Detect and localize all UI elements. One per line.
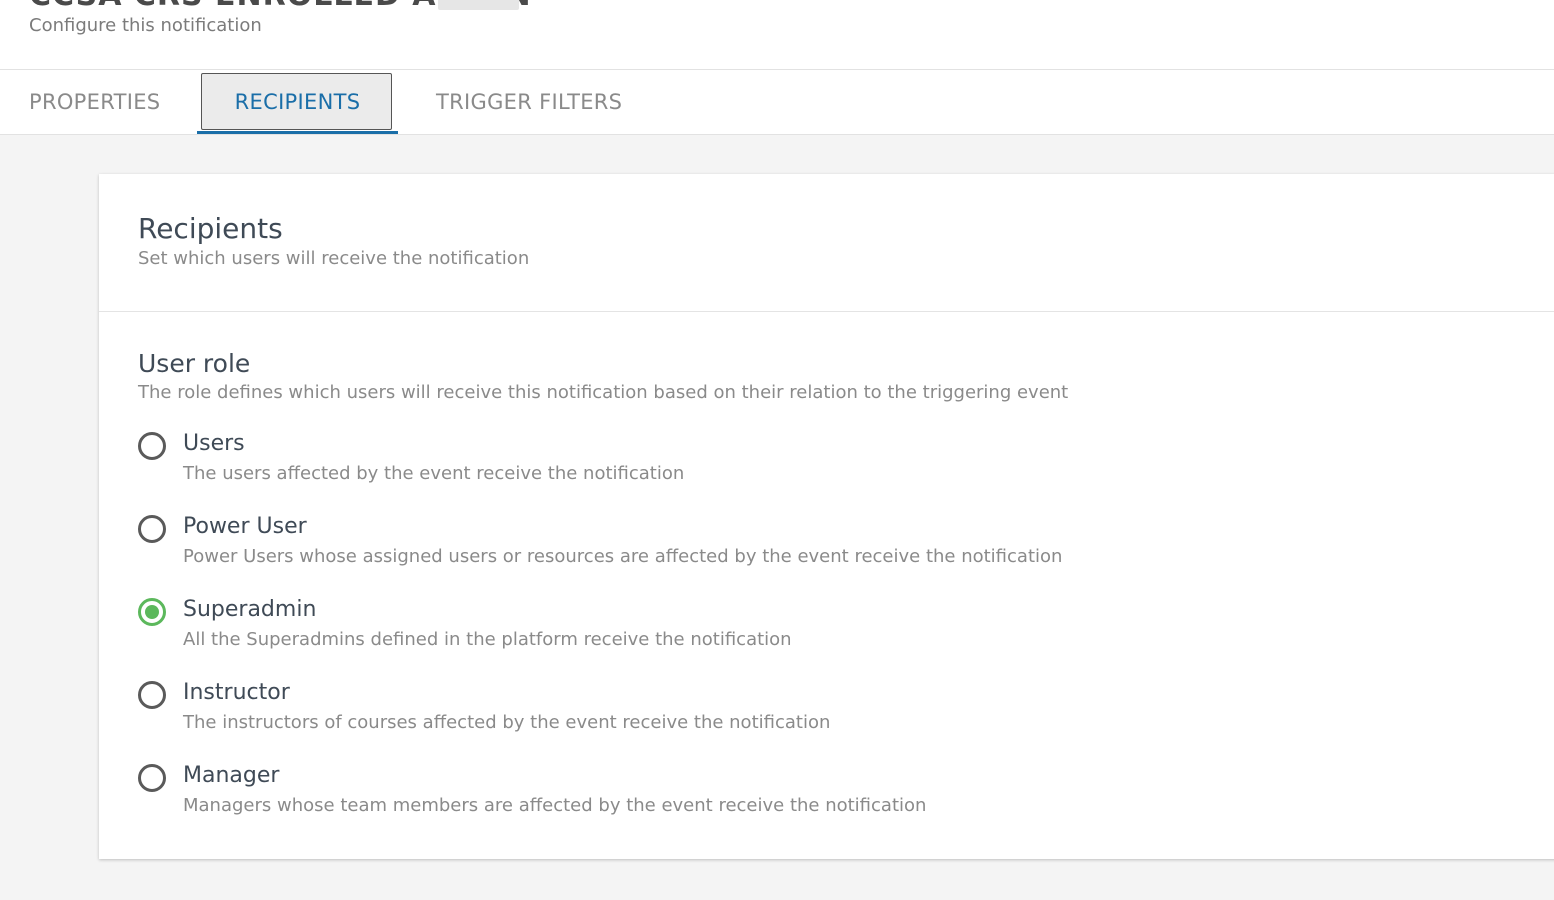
recipients-description: Set which users will receive the notific…	[138, 248, 530, 269]
role-option-instructor[interactable]: Instructor The instructors of courses af…	[138, 680, 1238, 750]
role-option-power-user[interactable]: Power User Power Users whose assigned us…	[138, 514, 1238, 584]
role-option-label[interactable]: Superadmin	[183, 597, 316, 622]
page-subtitle: Configure this notification	[29, 15, 262, 36]
role-option-users[interactable]: Users The users affected by the event re…	[138, 431, 1238, 501]
card-header: Recipients Set which users will receive …	[99, 174, 1554, 312]
role-option-label[interactable]: Users	[183, 431, 245, 456]
recipients-title: Recipients	[138, 212, 283, 245]
role-option-superadmin[interactable]: Superadmin All the Superadmins defined i…	[138, 597, 1238, 667]
tab-recipients-label: RECIPIENTS	[234, 90, 361, 114]
tab-trigger-filters[interactable]: TRIGGER FILTERS	[436, 70, 622, 134]
title-badge	[438, 0, 519, 10]
page-header: CCSA CRS ENROLLED ADMIN Configure this n…	[0, 0, 1554, 70]
role-option-label[interactable]: Power User	[183, 514, 307, 539]
role-option-label[interactable]: Instructor	[183, 680, 290, 705]
user-role-description: The role defines which users will receiv…	[138, 382, 1069, 403]
radio-superadmin[interactable]	[138, 598, 166, 626]
role-option-description: The users affected by the event receive …	[183, 463, 685, 484]
role-option-description: Power Users whose assigned users or reso…	[183, 546, 1063, 567]
role-option-label[interactable]: Manager	[183, 763, 279, 788]
radio-power-user[interactable]	[138, 515, 166, 543]
role-option-description: All the Superadmins defined in the platf…	[183, 629, 792, 650]
role-option-description: The instructors of courses affected by t…	[183, 712, 831, 733]
role-option-manager[interactable]: Manager Managers whose team members are …	[138, 763, 1238, 833]
radio-instructor[interactable]	[138, 681, 166, 709]
tab-recipients[interactable]: RECIPIENTS	[197, 70, 398, 134]
user-role-title: User role	[138, 349, 251, 378]
radio-manager[interactable]	[138, 764, 166, 792]
recipients-card: Recipients Set which users will receive …	[99, 174, 1554, 859]
tab-properties[interactable]: PROPERTIES	[29, 70, 160, 134]
radio-users[interactable]	[138, 432, 166, 460]
role-option-description: Managers whose team members are affected…	[183, 795, 927, 816]
active-tab-indicator	[197, 131, 398, 134]
tab-bar: PROPERTIES RECIPIENTS TRIGGER FILTERS	[0, 70, 1554, 135]
